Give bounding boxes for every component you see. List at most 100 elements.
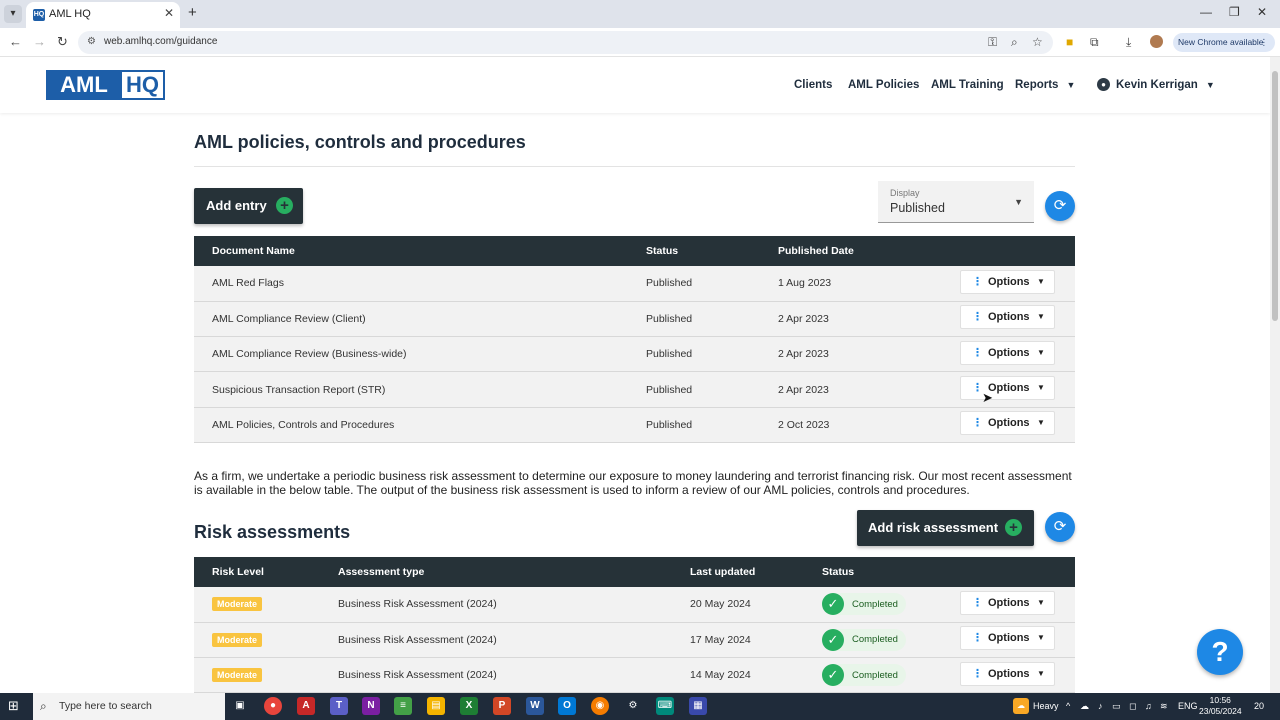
assessment-type[interactable]: Business Risk Assessment (2024) [338, 657, 690, 693]
options-button[interactable]: ⋮ Options ▼ [960, 590, 1055, 615]
restore-window-button[interactable]: ❐ [1229, 5, 1240, 19]
help-button[interactable]: ? [1197, 629, 1243, 675]
zoom-icon[interactable]: ⌕ [1011, 35, 1018, 50]
notification-count[interactable]: 20 [1254, 701, 1264, 711]
nav-aml-training[interactable]: AML Training [931, 79, 1004, 91]
onenote-app-icon[interactable]: N [362, 697, 380, 715]
site-info-icon[interactable]: ⚙ [87, 36, 96, 47]
acrobat-app-icon[interactable]: A [297, 697, 315, 715]
table-row[interactable]: Moderate Business Risk Assessment (2024) 1… [194, 657, 1075, 693]
close-window-button[interactable]: ✕ [1257, 5, 1267, 19]
chevron-up-icon[interactable]: ^ [1066, 701, 1070, 711]
amlhq-logo[interactable]: AML HQ [46, 70, 165, 100]
document-name[interactable]: AML Policies, Controls and Procedures [194, 407, 646, 443]
weather-icon[interactable]: ☁ [1013, 698, 1029, 714]
page-scrollbar[interactable] [1270, 57, 1280, 693]
task-view-icon[interactable]: ▣ [231, 697, 249, 715]
table-row[interactable]: Moderate Business Risk Assessment (2024) 1… [194, 622, 1075, 659]
assessment-type[interactable]: Business Risk Assessment (2024) [338, 622, 690, 659]
password-key-icon[interactable]: ⚿ [988, 35, 997, 50]
teams-app-icon[interactable]: T [330, 697, 348, 715]
minimize-window-button[interactable]: — [1200, 5, 1212, 19]
terminal-app-icon[interactable]: ⌨ [656, 697, 674, 715]
extension-icon[interactable]: ■ [1066, 35, 1073, 49]
profile-avatar[interactable] [1150, 35, 1163, 48]
reload-button[interactable]: ↻ [57, 34, 68, 50]
weather-text[interactable]: Heavy [1033, 701, 1059, 711]
taskbar-search-box[interactable]: ⌕ Type here to search [33, 693, 225, 720]
display-select[interactable]: Display Published ▼ [878, 181, 1034, 223]
browser-tab[interactable]: HQ AML HQ ✕ [26, 2, 180, 28]
options-button[interactable]: ⋮ Options ▼ [960, 340, 1055, 365]
table-row[interactable]: Suspicious Transaction Report (STR) Publi… [194, 371, 1075, 408]
download-icon[interactable]: ⤓ [1126, 35, 1131, 50]
url-field[interactable]: ⚙ web.amlhq.com/guidance ⚿ ⌕ ☆ [78, 31, 1053, 54]
notepad-app-icon[interactable]: ≡ [394, 697, 412, 715]
options-button[interactable]: ⋮ Options ▼ [960, 411, 1055, 436]
excel-app-icon[interactable]: X [460, 697, 478, 715]
published-date: 2 Oct 2023 [778, 407, 960, 443]
risk-level-cell: Moderate [194, 587, 338, 623]
powerpoint-app-icon[interactable]: P [493, 697, 511, 715]
file-explorer-icon[interactable]: ▤ [427, 697, 445, 715]
chrome-app-icon[interactable]: ● [264, 697, 282, 715]
display-icon[interactable]: ◻ [1129, 701, 1136, 712]
back-button[interactable]: ← [9, 34, 22, 49]
document-name[interactable]: Suspicious Transaction Report (STR) [194, 371, 646, 408]
column-header[interactable]: Risk Level [194, 557, 338, 587]
table-header-row: Risk Level Assessment type Last updated … [194, 557, 1075, 587]
document-name[interactable]: AML Compliance Review (Business-wide) [194, 336, 646, 373]
table-row[interactable]: AML Red Flags Published 1 Aug 2023 ⋮ Options… [194, 266, 1075, 302]
nav-reports-dropdown[interactable]: Reports ▼ [1015, 79, 1075, 91]
column-header[interactable]: Status [822, 557, 960, 587]
onedrive-icon[interactable]: ☁ [1080, 701, 1089, 712]
document-name[interactable]: AML Red Flags [194, 266, 646, 302]
options-button[interactable]: ⋮ Options ▼ [960, 626, 1055, 651]
nav-aml-policies[interactable]: AML Policies [848, 79, 919, 91]
microphone-icon[interactable]: ♪ [1098, 701, 1103, 711]
refresh-policies-button[interactable]: ⟳ [1045, 191, 1075, 221]
options-button[interactable]: ⋮ Options ▼ [960, 305, 1055, 330]
system-clock[interactable]: 10:56 23/05/2024 [1199, 695, 1242, 717]
new-tab-button[interactable]: + [188, 4, 197, 21]
table-row[interactable]: Moderate Business Risk Assessment (2024) 2… [194, 587, 1075, 623]
published-date: 2 Apr 2023 [778, 371, 960, 408]
table-row[interactable]: AML Compliance Review (Client) Published 2… [194, 301, 1075, 338]
table-row[interactable]: AML Compliance Review (Business-wide) Pub… [194, 336, 1075, 373]
rss-app-icon[interactable]: ◉ [591, 697, 609, 715]
forward-button[interactable]: → [33, 34, 46, 49]
calculator-app-icon[interactable]: ▦ [689, 697, 707, 715]
column-header[interactable]: Document Name [194, 236, 646, 266]
network-icon[interactable]: ▭ [1112, 701, 1121, 712]
user-menu-dropdown[interactable]: Kevin Kerrigan ▼ [1116, 79, 1215, 91]
language-indicator[interactable]: ENG [1178, 701, 1198, 711]
wifi-icon[interactable]: ≋ [1160, 701, 1168, 712]
bookmark-star-icon[interactable]: ☆ [1032, 35, 1043, 49]
extensions-puzzle-icon[interactable]: ⧉ [1090, 35, 1099, 50]
column-header[interactable]: Assessment type [338, 557, 690, 587]
nav-clients[interactable]: Clients [794, 79, 832, 91]
column-header[interactable]: Status [646, 236, 778, 266]
assessment-type[interactable]: Business Risk Assessment (2024) [338, 587, 690, 623]
refresh-icon: ⟳ [1053, 518, 1067, 535]
table-row[interactable]: AML Policies, Controls and Procedures Pub… [194, 407, 1075, 443]
options-button[interactable]: ⋮ Options ▼ [960, 376, 1055, 401]
settings-gear-icon[interactable]: ⚙ [624, 697, 642, 715]
column-header[interactable]: Published Date [778, 236, 960, 266]
volume-icon[interactable]: ♫ [1145, 701, 1152, 711]
windows-start-icon[interactable]: ⊞ [8, 698, 19, 714]
add-entry-button[interactable]: Add entry + [194, 188, 303, 224]
options-button[interactable]: ⋮ Options ▼ [960, 661, 1055, 686]
add-risk-assessment-button[interactable]: Add risk assessment + [857, 510, 1034, 546]
column-header[interactable]: Last updated [690, 557, 822, 587]
word-app-icon[interactable]: W [526, 697, 544, 715]
kebab-menu-icon: ⋮ [972, 417, 983, 430]
tab-search-button[interactable]: ▾ [4, 5, 22, 23]
options-button[interactable]: ⋮ Options ▼ [960, 269, 1055, 294]
document-name[interactable]: AML Compliance Review (Client) [194, 301, 646, 338]
close-tab-icon[interactable]: ✕ [164, 6, 174, 20]
refresh-risk-button[interactable]: ⟳ [1045, 512, 1075, 542]
scrollbar-thumb[interactable] [1272, 71, 1278, 321]
new-chrome-available-button[interactable]: New Chrome available ⋮ [1173, 33, 1275, 52]
outlook-app-icon[interactable]: O [558, 697, 576, 715]
